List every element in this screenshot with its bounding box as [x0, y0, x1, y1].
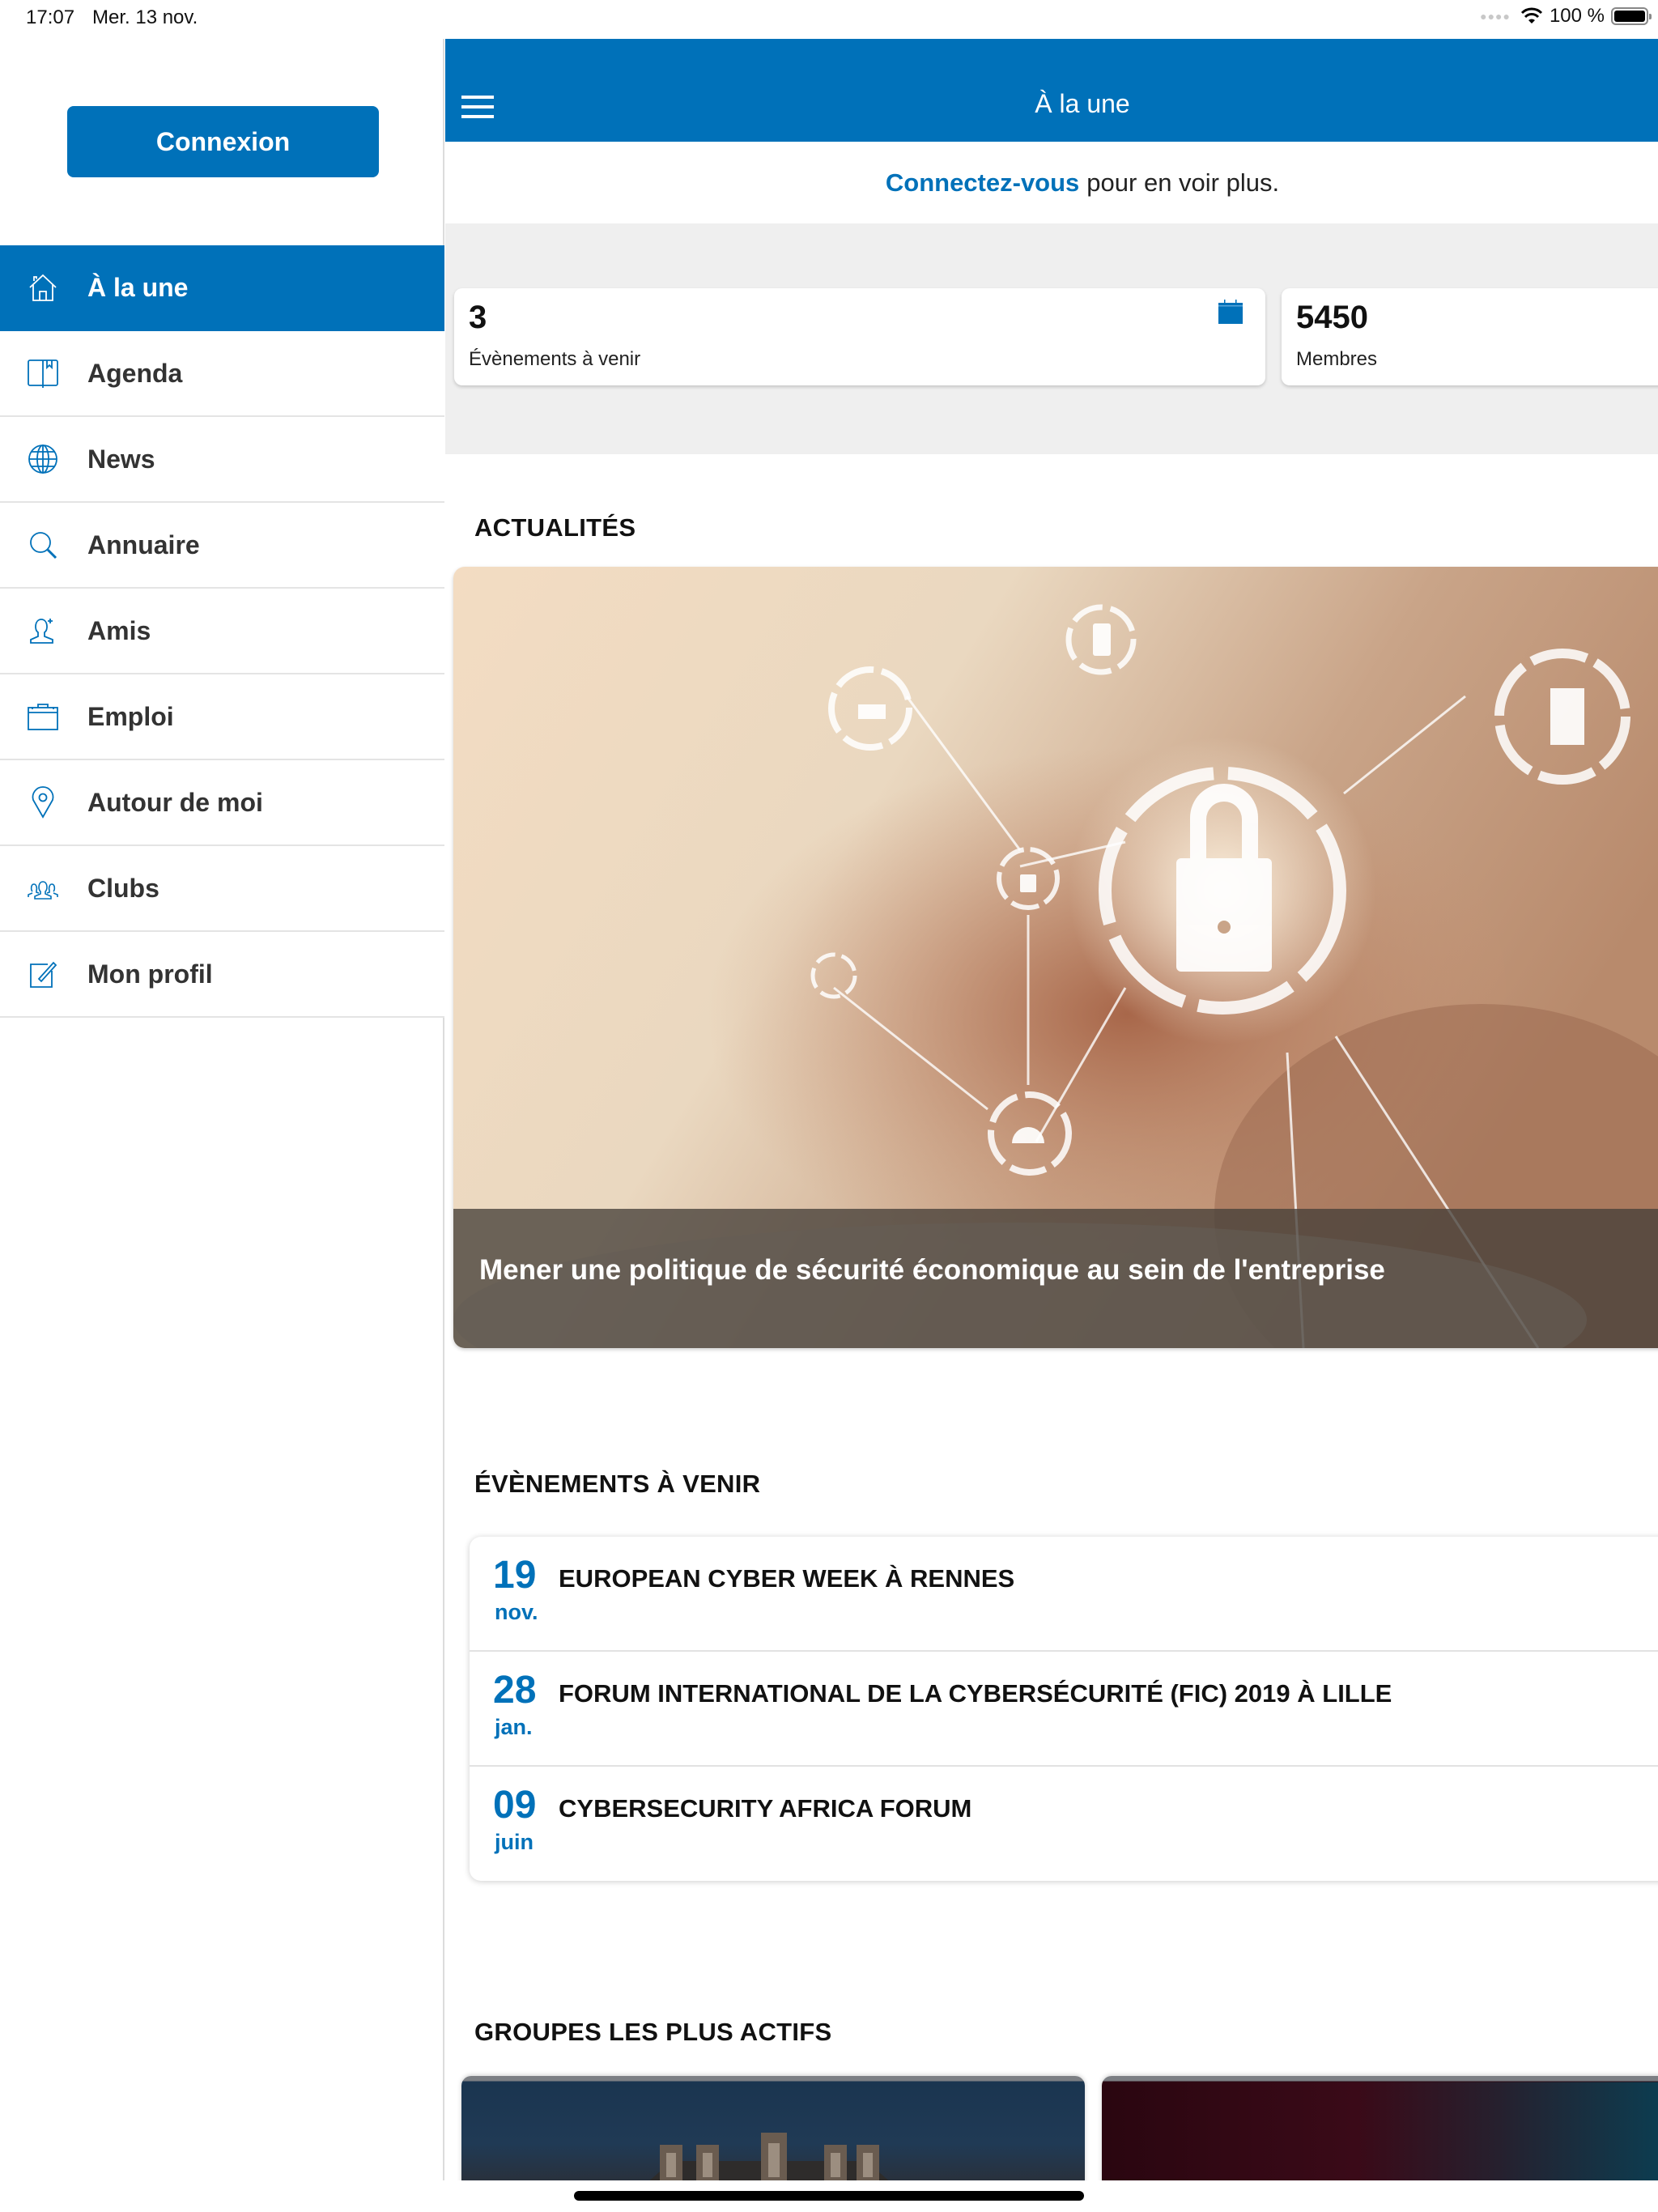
- calendar-icon: [1218, 300, 1243, 324]
- top-bar: À la une: [445, 39, 1658, 142]
- sidebar-item-annuaire[interactable]: Annuaire: [0, 503, 444, 589]
- sidebar-item-label: Autour de moi: [87, 787, 263, 817]
- sidebar-item-clubs[interactable]: Clubs: [0, 846, 444, 932]
- groups-section-title: GROUPES LES PLUS ACTIFS: [474, 2018, 832, 2046]
- event-day: 19: [493, 1554, 537, 1597]
- status-bar: 17:07 Mer. 13 nov. ●●●● 100 %: [0, 0, 1658, 39]
- group-card[interactable]: [1102, 2076, 1658, 2180]
- news-card[interactable]: Mener une politique de sécurité économiq…: [453, 567, 1658, 1348]
- battery-icon: [1611, 7, 1652, 25]
- sidebar-item-emploi[interactable]: Emploi: [0, 674, 444, 760]
- sidebar-item-news[interactable]: News: [0, 417, 444, 503]
- event-month: juin: [495, 1830, 534, 1854]
- sidebar-item-amis[interactable]: Amis: [0, 589, 444, 674]
- sidebar-item-mon-profil[interactable]: Mon profil: [0, 932, 444, 1018]
- page-title: À la une: [1035, 89, 1130, 118]
- event-title: FORUM INTERNATIONAL DE LA CYBERSÉCURITÉ …: [559, 1679, 1392, 1708]
- login-link[interactable]: Connectez-vous: [886, 168, 1079, 198]
- stat-card-events[interactable]: 3 Évènements à venir: [454, 288, 1265, 385]
- map-pin-icon: [27, 786, 59, 819]
- group-icon: [27, 872, 59, 904]
- search-icon: [27, 529, 59, 561]
- news-title[interactable]: Mener une politique de sécurité économiq…: [479, 1254, 1385, 1287]
- edit-profile-icon: [27, 958, 59, 990]
- building-rooftop-photo: [649, 2133, 889, 2180]
- status-indicators: ●●●● 100 %: [1480, 5, 1652, 28]
- event-day: 09: [493, 1784, 537, 1827]
- login-button[interactable]: Connexion: [67, 106, 379, 177]
- add-friend-icon: [27, 615, 59, 647]
- login-hint-text: pour en voir plus.: [1086, 168, 1280, 197]
- status-time: 17:07: [26, 6, 75, 28]
- sidebar-item-label: À la une: [87, 272, 189, 302]
- event-month: jan.: [495, 1715, 533, 1739]
- stat-label: Évènements à venir: [469, 348, 641, 370]
- event-row[interactable]: 19 nov. EUROPEAN CYBER WEEK À RENNES: [470, 1537, 1658, 1652]
- sidebar: Connexion À la une Agenda News Annuaire: [0, 39, 444, 2180]
- stat-value: 3: [469, 300, 487, 335]
- news-section-title: ACTUALITÉS: [474, 513, 636, 542]
- stat-card-members[interactable]: 5450 Membres: [1282, 288, 1658, 385]
- sidebar-item-label: Mon profil: [87, 959, 213, 989]
- sidebar-nav: À la une Agenda News Annuaire Amis Emplo…: [0, 245, 444, 1018]
- battery-percent: 100 %: [1549, 5, 1605, 27]
- sidebar-item-label: News: [87, 444, 155, 474]
- event-title: CYBERSECURITY AFRICA FORUM: [559, 1794, 972, 1823]
- book-icon: [27, 357, 59, 389]
- events-section-title: ÉVÈNEMENTS À VENIR: [474, 1470, 761, 1498]
- sidebar-item-autour-de-moi[interactable]: Autour de moi: [0, 760, 444, 846]
- event-row[interactable]: 09 juin CYBERSECURITY AFRICA FORUM: [470, 1767, 1658, 1881]
- events-list: 19 nov. EUROPEAN CYBER WEEK À RENNES 28 …: [470, 1537, 1658, 1881]
- group-card[interactable]: [461, 2076, 1085, 2180]
- login-hint: Connectez-vous pour en voir plus.: [445, 142, 1658, 223]
- stat-label: Membres: [1296, 348, 1378, 370]
- stat-value: 5450: [1296, 300, 1368, 335]
- status-date: Mer. 13 nov.: [92, 6, 198, 28]
- home-icon: [27, 271, 59, 304]
- home-indicator[interactable]: [574, 2191, 1084, 2201]
- sidebar-item-agenda[interactable]: Agenda: [0, 331, 444, 417]
- globe-icon: [27, 443, 59, 475]
- sidebar-item-label: Annuaire: [87, 530, 200, 559]
- sidebar-item-label: Emploi: [87, 701, 174, 731]
- event-day: 28: [493, 1669, 537, 1712]
- sidebar-item-a-la-une[interactable]: À la une: [0, 245, 444, 331]
- signal-dots-icon: ●●●●: [1480, 10, 1511, 23]
- briefcase-icon: [27, 700, 59, 733]
- sidebar-item-label: Clubs: [87, 873, 159, 903]
- sidebar-item-label: Agenda: [87, 358, 183, 388]
- event-row[interactable]: 28 jan. FORUM INTERNATIONAL DE LA CYBERS…: [470, 1652, 1658, 1767]
- event-title: EUROPEAN CYBER WEEK À RENNES: [559, 1564, 1015, 1593]
- wifi-icon: [1520, 7, 1542, 23]
- news-caption: Mener une politique de sécurité économiq…: [453, 1209, 1658, 1348]
- event-month: nov.: [495, 1600, 538, 1624]
- sidebar-item-label: Amis: [87, 615, 151, 645]
- stats-section: 3 Évènements à venir 5450 Membres: [445, 223, 1658, 454]
- main-content: À la une Connectez-vous pour en voir plu…: [445, 39, 1658, 2180]
